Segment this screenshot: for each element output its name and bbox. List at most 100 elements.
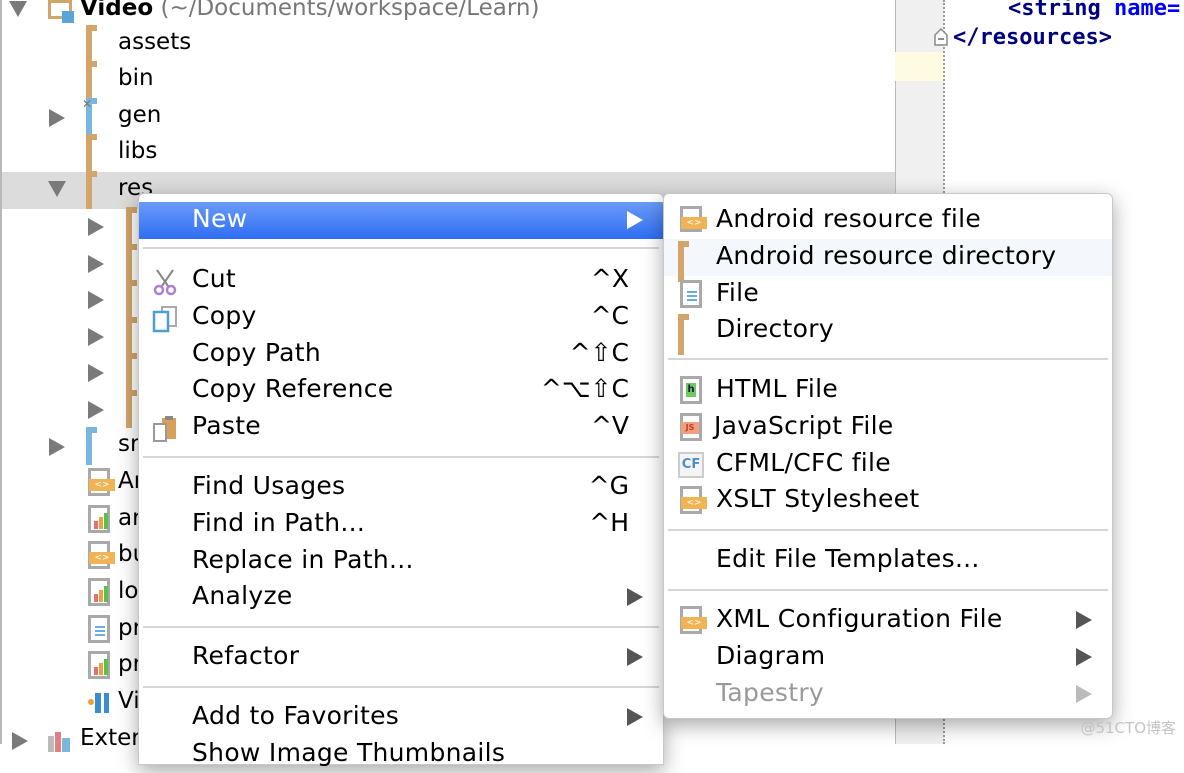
- submenu-arrow-icon: [627, 588, 643, 606]
- menu-item-new[interactable]: New: [139, 202, 663, 239]
- folder-icon: [86, 29, 112, 63]
- menu-separator: [668, 358, 1108, 360]
- paste-icon: [153, 416, 176, 442]
- submenu-arrow-icon: [627, 211, 643, 229]
- scissors-icon: [153, 269, 177, 296]
- watermark: @51CTO博客: [1080, 719, 1176, 737]
- properties-file-icon: [88, 651, 110, 679]
- tree-item-label: assets: [118, 29, 192, 55]
- code-line[interactable]: <string name=: [1008, 0, 1180, 21]
- xslt-file-icon: <>: [680, 486, 707, 514]
- expand-arrow-icon[interactable]: [12, 732, 28, 750]
- menu-item-replace-in-path[interactable]: Replace in Path...: [139, 543, 663, 580]
- submenu-item-android-resource-directory[interactable]: Android resource directory: [664, 239, 1112, 282]
- xml-file-icon: <>: [88, 468, 115, 496]
- source-folder-icon: [86, 431, 112, 465]
- xml-attribute: name=: [1100, 0, 1181, 21]
- tree-row[interactable]: libs: [2, 135, 895, 172]
- properties-file-icon: [88, 505, 110, 533]
- submenu-item-xml-configuration-file[interactable]: <> XML Configuration File: [664, 602, 1112, 639]
- folder-icon: [86, 175, 112, 209]
- tree-item-label: Exter: [80, 725, 141, 751]
- expand-arrow-icon[interactable]: [88, 364, 104, 382]
- menu-item-cut[interactable]: Cut ^X: [139, 262, 663, 299]
- submenu-item-file[interactable]: File: [664, 276, 1112, 313]
- submenu-item-android-resource-file[interactable]: <> Android resource file: [664, 202, 1112, 239]
- xml-config-file-icon: <>: [680, 606, 707, 634]
- tree-item-label: libs: [118, 138, 158, 164]
- xml-tag: <string: [1008, 0, 1101, 21]
- module-file-icon: [88, 693, 114, 715]
- folder-icon: [86, 138, 112, 172]
- tree-row[interactable]: assets: [2, 26, 895, 63]
- text-file-icon: [88, 615, 110, 643]
- menu-separator: [143, 626, 659, 628]
- folder-icon: [678, 318, 684, 355]
- tree-row-root[interactable]: Video (~/Documents/workspace/Learn): [2, 0, 895, 29]
- cfml-file-icon: CF: [678, 452, 704, 478]
- libraries-icon: [48, 730, 74, 752]
- fold-icon[interactable]: [933, 27, 949, 47]
- menu-item-paste[interactable]: Paste ^V: [139, 409, 663, 446]
- tree-row[interactable]: ✕ gen: [2, 97, 895, 136]
- generated-folder-icon: ✕: [82, 97, 112, 136]
- html-file-icon: h: [680, 376, 702, 404]
- submenu-arrow-icon: [627, 708, 643, 726]
- expand-arrow-icon[interactable]: [49, 109, 65, 127]
- submenu-arrow-icon: [1076, 648, 1092, 666]
- xml-file-icon: <>: [88, 541, 115, 569]
- submenu-item-html-file[interactable]: h HTML File: [664, 372, 1112, 409]
- folder-icon: [86, 65, 112, 99]
- submenu-arrow-icon: [1076, 611, 1092, 629]
- expand-arrow-icon[interactable]: [88, 291, 104, 309]
- menu-item-show-image-thumbnails[interactable]: Show Image Thumbnails: [139, 736, 663, 773]
- tree-item-label: bin: [118, 65, 154, 91]
- submenu-item-edit-file-templates[interactable]: Edit File Templates...: [664, 542, 1112, 579]
- submenu-arrow-icon: [1076, 685, 1092, 703]
- menu-item-find-in-path[interactable]: Find in Path... ^H: [139, 506, 663, 543]
- menu-separator: [143, 247, 659, 249]
- menu-item-add-to-favorites[interactable]: Add to Favorites: [139, 699, 663, 736]
- tree-item-label: Vi: [118, 688, 140, 714]
- context-menu: New Cut ^X Copy ^C Copy Path ^⇧C Copy Re…: [138, 193, 664, 767]
- submenu-item-javascript-file[interactable]: JS JavaScript File: [664, 409, 1112, 446]
- menu-item-copy-path[interactable]: Copy Path ^⇧C: [139, 336, 663, 373]
- tree-item-label: lo: [118, 578, 139, 604]
- project-name: Video: [80, 0, 154, 21]
- javascript-file-icon: JS: [680, 413, 702, 441]
- xml-tag: </resources>: [953, 25, 1112, 50]
- menu-separator: [143, 456, 659, 458]
- expand-arrow-icon[interactable]: [88, 401, 104, 419]
- file-icon: [680, 280, 702, 308]
- menu-item-analyze[interactable]: Analyze: [139, 579, 663, 616]
- submenu-item-xslt-stylesheet[interactable]: <> XSLT Stylesheet: [664, 482, 1112, 519]
- menu-item-copy[interactable]: Copy ^C: [139, 299, 663, 336]
- collapse-arrow-icon[interactable]: [9, 1, 27, 17]
- menu-item-refactor[interactable]: Refactor: [139, 639, 663, 676]
- code-line[interactable]: </resources>: [953, 25, 1112, 50]
- expand-arrow-icon[interactable]: [88, 218, 104, 236]
- expand-arrow-icon[interactable]: [88, 328, 104, 346]
- project-path: (~/Documents/workspace/Learn): [160, 0, 540, 21]
- copy-icon: [152, 306, 177, 333]
- menu-item-copy-reference[interactable]: Copy Reference ^⌥⇧C: [139, 372, 663, 409]
- expand-arrow-icon[interactable]: [88, 255, 104, 273]
- menu-separator: [143, 686, 659, 688]
- expand-arrow-icon[interactable]: [49, 438, 65, 456]
- submenu-arrow-icon: [627, 648, 643, 666]
- submenu-item-diagram[interactable]: Diagram: [664, 639, 1112, 676]
- module-icon: [48, 0, 74, 23]
- menu-item-find-usages[interactable]: Find Usages ^G: [139, 469, 663, 506]
- new-submenu: <> Android resource file Android resourc…: [663, 193, 1113, 719]
- tree-row[interactable]: bin: [2, 62, 895, 99]
- properties-file-icon: [88, 578, 110, 606]
- folder-icon: [678, 245, 684, 282]
- menu-separator: [668, 589, 1108, 591]
- android-resource-file-icon: <>: [680, 206, 707, 232]
- menu-separator: [668, 529, 1108, 531]
- submenu-item-cfml-file[interactable]: CF CFML/CFC file: [664, 446, 1112, 483]
- submenu-item-directory[interactable]: Directory: [664, 312, 1112, 355]
- submenu-item-tapestry: Tapestry: [664, 676, 1112, 713]
- tree-item-label: gen: [118, 102, 162, 128]
- collapse-arrow-icon[interactable]: [48, 181, 66, 197]
